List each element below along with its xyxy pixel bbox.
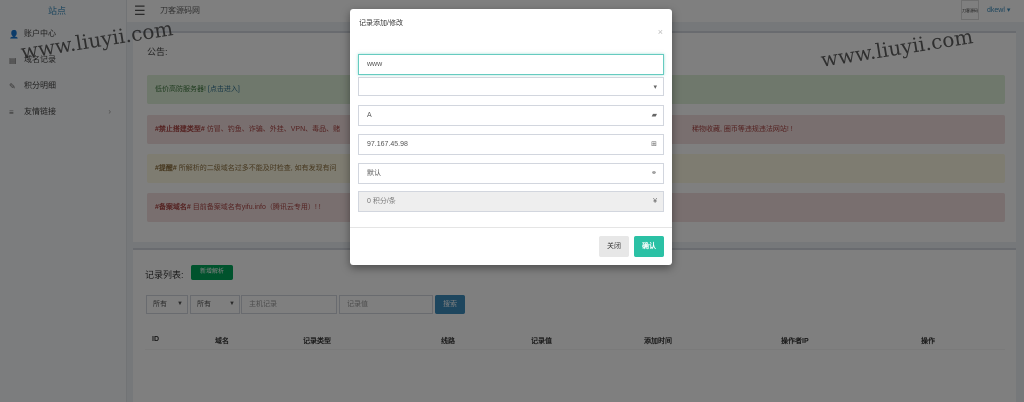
yen-icon: ¥ <box>653 198 657 205</box>
input-value: 0 积分/条 <box>367 198 396 205</box>
route-icon: ⚭ <box>651 170 657 177</box>
server-icon: ⊞ <box>651 141 657 148</box>
domain-select[interactable]: ▾ <box>358 77 664 96</box>
modal-footer-divider <box>350 227 672 228</box>
select-value: 默认 <box>367 170 381 177</box>
points-cost-field: 0 积分/条 ¥ <box>358 191 664 212</box>
confirm-button[interactable]: 确认 <box>634 236 664 257</box>
input-value: 97.167.45.98 <box>367 141 408 148</box>
record-edit-modal: 记录添加/修改 × www ▾ A ▰ 97.167.45.98 ⊞ 默认 ⚭ … <box>350 9 672 265</box>
modal-title: 记录添加/修改 <box>359 20 403 27</box>
close-button[interactable]: 关闭 <box>599 236 629 257</box>
host-record-input[interactable]: www <box>358 54 664 75</box>
select-value: A <box>367 112 372 119</box>
folder-icon: ▰ <box>651 112 657 119</box>
close-icon[interactable]: × <box>658 27 663 37</box>
record-type-select[interactable]: A ▰ <box>358 105 664 126</box>
record-value-input[interactable]: 97.167.45.98 ⊞ <box>358 134 664 155</box>
caret-down-icon: ▾ <box>653 84 657 91</box>
line-select[interactable]: 默认 ⚭ <box>358 163 664 184</box>
